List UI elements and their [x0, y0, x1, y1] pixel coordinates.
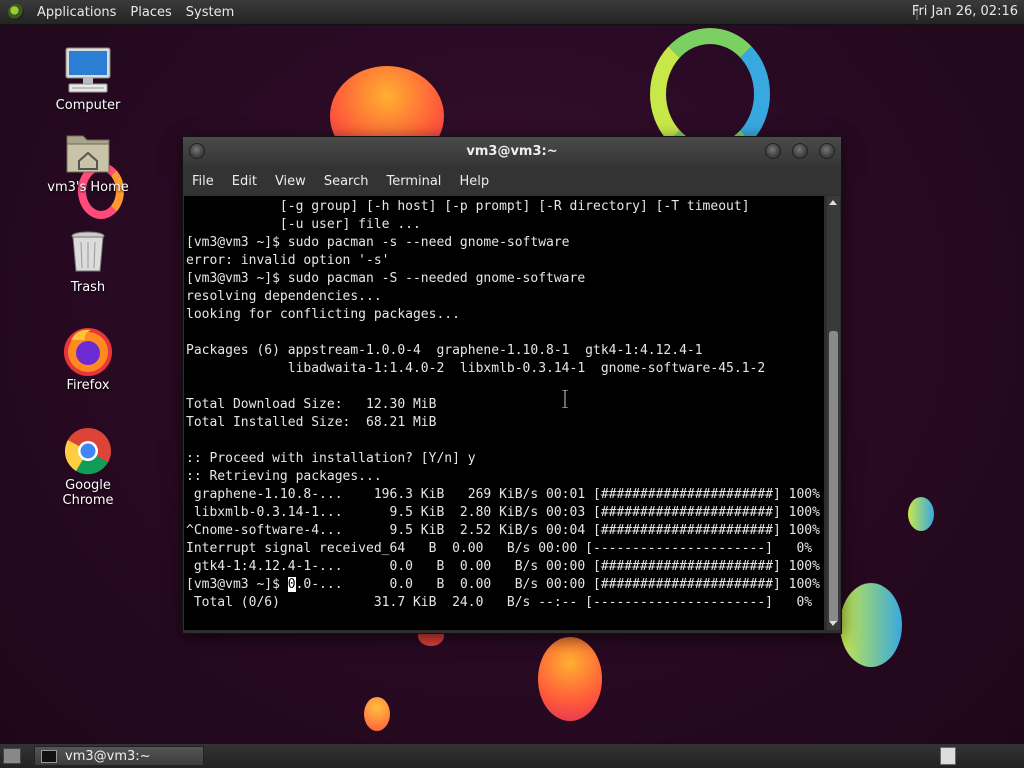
- scroll-down-arrow-icon[interactable]: [829, 621, 837, 626]
- clock[interactable]: Fri Jan 26, 02:16: [912, 0, 1018, 24]
- terminal-prompt: [vm3@vm3 ~]$: [186, 577, 288, 592]
- terminal-line: libadwaita-1:1.4.0-2 libxmlb-0.3.14-1 gn…: [186, 361, 766, 376]
- terminal-output[interactable]: [-g group] [-h host] [-p prompt] [-R dir…: [184, 196, 824, 630]
- scrollbar-thumb[interactable]: [829, 331, 838, 623]
- bottom-panel: vm3@vm3:~: [0, 743, 1024, 768]
- wallpaper-small-orange-blob: [364, 697, 390, 731]
- terminal-line: ^Cnome-software-4... 9.5 KiB 2.52 KiB/s …: [186, 523, 820, 538]
- menu-help[interactable]: Help: [450, 174, 498, 189]
- taskbar-item-terminal[interactable]: vm3@vm3:~: [34, 746, 204, 766]
- terminal-line: Packages (6) appstream-1.0.0-4 graphene-…: [186, 343, 703, 358]
- desktop-icon-computer[interactable]: Computer: [38, 46, 138, 113]
- terminal-line: .0-... 0.0 B 0.00 B/s 00:00 [###########…: [295, 577, 820, 592]
- terminal-line: Total Installed Size: 68.21 MiB: [186, 415, 437, 430]
- terminal-line: libxmlb-0.3.14-1... 9.5 KiB 2.80 KiB/s 0…: [186, 505, 820, 520]
- distro-logo-icon[interactable]: [8, 4, 24, 20]
- maximize-button[interactable]: [792, 143, 808, 159]
- terminal-line: error: invalid option '-s': [186, 253, 390, 268]
- terminal-line: Total (0/6) 31.7 KiB 24.0 B/s --:-- [---…: [186, 595, 813, 610]
- terminal-line: [-g group] [-h host] [-p prompt] [-R dir…: [186, 199, 750, 214]
- taskbar-item-label: vm3@vm3:~: [65, 748, 151, 764]
- home-folder-icon: [63, 128, 113, 178]
- desktop-icon-home[interactable]: vm3's Home: [38, 128, 138, 195]
- desktop-icon-label: Firefox: [66, 378, 110, 393]
- menu-terminal[interactable]: Terminal: [377, 174, 450, 189]
- desktop-icon-label: Google Chrome: [62, 478, 114, 508]
- menu-places[interactable]: Places: [123, 5, 178, 20]
- top-panel: Applications Places System Fri Jan 26, 0…: [0, 0, 1024, 25]
- terminal-line: [vm3@vm3 ~]$ sudo pacman -s --need gnome…: [186, 235, 570, 250]
- wallpaper-green-blue-blob-small: [908, 497, 934, 531]
- window-title: vm3@vm3:~: [466, 144, 558, 159]
- terminal-cursor: 0: [287, 577, 296, 592]
- terminal-line: [-u user] file ...: [186, 217, 421, 232]
- terminal-line: :: Retrieving packages...: [186, 469, 382, 484]
- workspace-switcher[interactable]: [940, 747, 956, 765]
- terminal-menubar: File Edit View Search Terminal Help: [183, 167, 841, 195]
- terminal-scrollbar[interactable]: [827, 196, 840, 630]
- desktop-icon-label: Trash: [70, 280, 106, 295]
- terminal-line: Total Download Size: 12.30 MiB: [186, 397, 437, 412]
- menu-edit[interactable]: Edit: [223, 174, 266, 189]
- desktop-icon-chrome[interactable]: Google Chrome: [38, 426, 138, 508]
- terminal-line: gtk4-1:4.12.4-1-... 0.0 B 0.00 B/s 00:00…: [186, 559, 820, 574]
- terminal-line: [vm3@vm3 ~]$ sudo pacman -S --needed gno…: [186, 271, 586, 286]
- terminal-line: :: Proceed with installation? [Y/n] y: [186, 451, 476, 466]
- chrome-icon: [63, 426, 113, 476]
- menu-applications[interactable]: Applications: [30, 5, 123, 20]
- terminal-line: Interrupt signal received_64 B 0.00 B/s …: [186, 541, 813, 556]
- trash-icon: [63, 228, 113, 278]
- terminal-window[interactable]: vm3@vm3:~ File Edit View Search Terminal…: [182, 136, 842, 634]
- firefox-icon: [63, 326, 113, 376]
- wallpaper-orange-blob-bottom: [538, 637, 602, 721]
- close-button[interactable]: [819, 143, 835, 159]
- wallpaper-green-blue-blob-large: [840, 583, 902, 667]
- desktop-icon-firefox[interactable]: Firefox: [38, 326, 138, 393]
- minimize-button[interactable]: [765, 143, 781, 159]
- desktop-icon-label: Computer: [55, 98, 121, 113]
- menu-system[interactable]: System: [179, 5, 241, 20]
- menu-view[interactable]: View: [266, 174, 315, 189]
- terminal-icon: [41, 749, 57, 763]
- menu-search[interactable]: Search: [315, 174, 378, 189]
- desktop-icon-label: vm3's Home: [47, 180, 129, 195]
- menu-file[interactable]: File: [183, 174, 223, 189]
- scroll-up-arrow-icon[interactable]: [829, 200, 837, 205]
- show-desktop-icon[interactable]: [3, 748, 21, 764]
- terminal-line: looking for conflicting packages...: [186, 307, 460, 322]
- terminal-line: graphene-1.10.8-... 196.3 KiB 269 KiB/s …: [186, 487, 820, 502]
- desktop-icon-trash[interactable]: Trash: [38, 228, 138, 295]
- window-titlebar[interactable]: vm3@vm3:~: [183, 137, 841, 167]
- text-cursor-icon: [562, 390, 568, 408]
- computer-icon: [63, 46, 113, 96]
- terminal-line: resolving dependencies...: [186, 289, 382, 304]
